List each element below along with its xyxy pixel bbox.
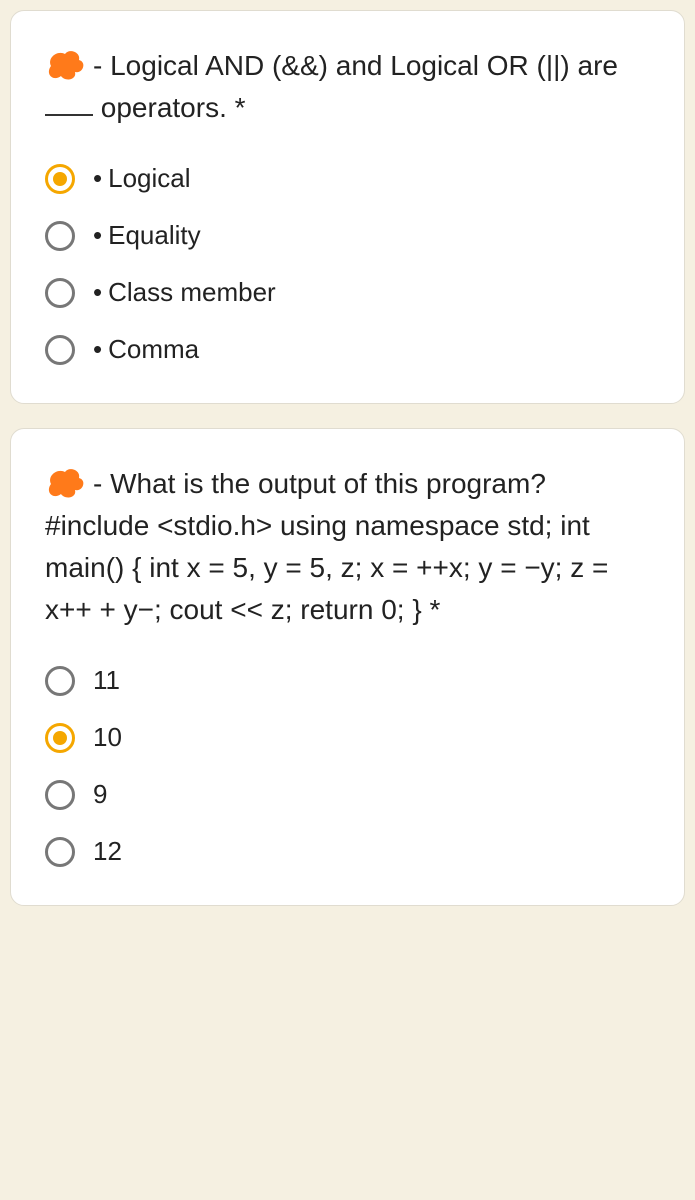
question-text-1: - Logical AND (&&) and Logical OR (||) a… <box>45 45 650 129</box>
option-label: •Comma <box>93 334 199 365</box>
option-label: •Logical <box>93 163 191 194</box>
radio-icon <box>45 780 75 810</box>
radio-icon <box>45 666 75 696</box>
question-text-2: - What is the output of this program? #i… <box>45 463 650 631</box>
marker-icon <box>45 48 87 82</box>
option-label: 9 <box>93 779 107 810</box>
radio-icon <box>45 335 75 365</box>
option-10[interactable]: 10 <box>45 722 650 753</box>
radio-icon <box>45 278 75 308</box>
radio-icon <box>45 164 75 194</box>
option-equality[interactable]: •Equality <box>45 220 650 251</box>
option-12[interactable]: 12 <box>45 836 650 867</box>
question-prefix: - <box>93 468 102 499</box>
option-label: 10 <box>93 722 122 753</box>
question-prefix: - <box>93 50 102 81</box>
option-label: 11 <box>93 665 120 696</box>
question-body: What is the output of this program? #inc… <box>45 468 608 625</box>
option-label: •Class member <box>93 277 276 308</box>
radio-icon <box>45 221 75 251</box>
option-9[interactable]: 9 <box>45 779 650 810</box>
question-card-2: - What is the output of this program? #i… <box>10 428 685 906</box>
option-class-member[interactable]: •Class member <box>45 277 650 308</box>
option-label: 12 <box>93 836 122 867</box>
question-part2: operators. * <box>93 92 246 123</box>
marker-icon <box>45 466 87 500</box>
question-card-1: - Logical AND (&&) and Logical OR (||) a… <box>10 10 685 404</box>
radio-icon <box>45 837 75 867</box>
options-list-1: •Logical •Equality •Class member •Comma <box>45 163 650 365</box>
option-logical[interactable]: •Logical <box>45 163 650 194</box>
option-comma[interactable]: •Comma <box>45 334 650 365</box>
option-label: •Equality <box>93 220 201 251</box>
radio-icon <box>45 723 75 753</box>
options-list-2: 11 10 9 12 <box>45 665 650 867</box>
question-part1: Logical AND (&&) and Logical OR (||) are <box>110 50 618 81</box>
option-11[interactable]: 11 <box>45 665 650 696</box>
blank-line <box>45 114 93 116</box>
